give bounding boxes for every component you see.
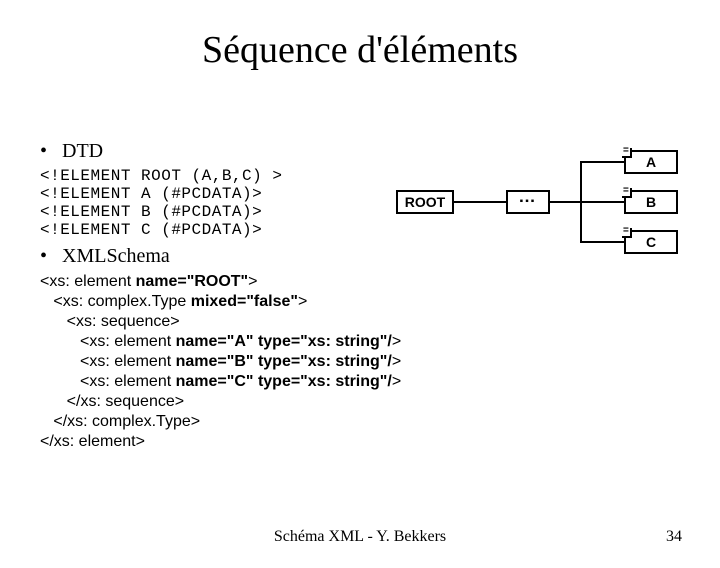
diagram-mark-icon (622, 188, 632, 198)
code-line: </xs: element> (40, 432, 680, 452)
diagram-mark-icon (622, 228, 632, 238)
code-line: <xs: element name="ROOT"> (40, 272, 680, 292)
page-number: 34 (666, 528, 682, 546)
slide-title: Séquence d'éléments (0, 28, 720, 72)
diagram-leaf-a: A (624, 150, 678, 174)
code-line: <xs: complex.Type mixed="false"> (40, 292, 680, 312)
footer-text: Schéma XML - Y. Bekkers (0, 528, 720, 546)
code-line: <xs: sequence> (40, 312, 680, 332)
schema-diagram: ROOT ▪▪▪ A B C (396, 138, 686, 268)
code-line: </xs: complex.Type> (40, 412, 680, 432)
diagram-leaf-c: C (624, 230, 678, 254)
xmlschema-code-block: <xs: element name="ROOT"> <xs: complex.T… (40, 272, 680, 452)
code-line: <xs: element name="A" type="xs: string"/… (40, 332, 680, 352)
code-line: </xs: sequence> (40, 392, 680, 412)
slide-footer: Schéma XML - Y. Bekkers 34 (0, 528, 720, 546)
diagram-sequence-node: ▪▪▪ (506, 190, 550, 214)
code-line: <xs: element name="C" type="xs: string"/… (40, 372, 680, 392)
diagram-root-node: ROOT (396, 190, 454, 214)
diagram-leaf-b: B (624, 190, 678, 214)
code-line: <xs: element name="B" type="xs: string"/… (40, 352, 680, 372)
diagram-mark-icon (622, 148, 632, 158)
